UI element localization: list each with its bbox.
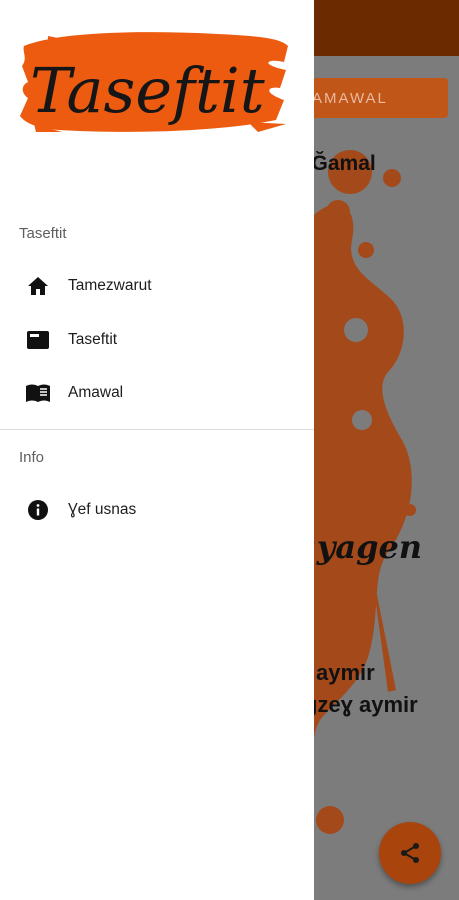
nav-item-about[interactable]: Ɣef usnas	[0, 486, 314, 534]
section-title-taseftit: Taseftit	[19, 225, 67, 242]
background-script-line: ayagen	[296, 528, 423, 566]
drawer-header: Taseftit	[0, 0, 314, 150]
nav-item-tamezwarut[interactable]: Tamezwarut	[0, 262, 314, 310]
app-logo: Taseftit	[20, 32, 288, 132]
navigation-drawer: Taseftit Taseftit Tamezwarut Taseftit Am…	[0, 0, 314, 900]
background-text-line: aymir	[316, 660, 375, 685]
nav-item-label: Amawal	[68, 384, 124, 401]
nav-item-label: Tamezwarut	[68, 277, 152, 294]
logo-text: Taseftit	[30, 54, 265, 127]
nav-item-label: Ɣef usnas	[68, 501, 137, 518]
nav-item-taseftit[interactable]: Taseftit	[0, 316, 314, 364]
section-divider	[0, 429, 314, 430]
share-button[interactable]	[379, 822, 441, 884]
share-icon	[401, 843, 419, 863]
home-icon	[25, 274, 51, 298]
nav-item-label: Taseftit	[68, 331, 118, 348]
info-icon	[25, 498, 51, 522]
book-icon	[25, 381, 51, 405]
card-icon	[25, 328, 51, 352]
nav-item-amawal[interactable]: Amawal	[0, 369, 314, 417]
section-title-info: Info	[19, 449, 45, 466]
tab-amawal-background: AMAWAL	[300, 78, 448, 118]
background-text-line: gzeɣ aymir	[304, 692, 418, 717]
